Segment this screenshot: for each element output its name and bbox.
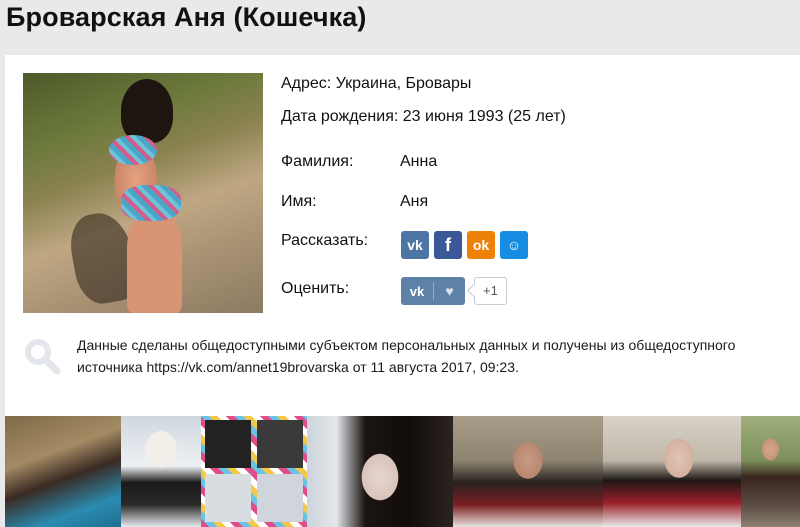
notice-text: Данные сделаны общедоступными субъектом …	[77, 337, 736, 375]
photo-thumbnail[interactable]	[741, 416, 800, 527]
rate-row: Оценить:	[281, 279, 349, 299]
like-counter: +1	[474, 277, 507, 305]
profile-photo[interactable]	[23, 73, 263, 313]
photo-strip	[5, 416, 800, 527]
share-buttons: vk f ok ☺	[401, 231, 528, 259]
birthdate-row: Дата рождения: 23 июня 1993 (25 лет)	[281, 107, 566, 127]
address-row: Адрес: Украина, Бровары	[281, 74, 471, 94]
page-title: Броварская Аня (Кошечка)	[6, 2, 367, 32]
share-label: Рассказать:	[281, 232, 369, 249]
vk-icon: vk	[409, 283, 425, 299]
name-row: Имя: Аня	[281, 192, 428, 212]
vk-like-button[interactable]: vk ♥	[401, 277, 465, 305]
photo-thumbnail[interactable]	[307, 416, 453, 527]
vk-icon: vk	[407, 237, 423, 253]
magnifier-icon	[25, 339, 61, 375]
facebook-icon: f	[445, 234, 451, 255]
moimir-icon: ☺	[506, 237, 522, 253]
share-facebook-button[interactable]: f	[434, 231, 462, 259]
share-row: Рассказать:	[281, 231, 368, 251]
like-widget: vk ♥ +1	[401, 277, 507, 305]
photo-thumbnail[interactable]	[201, 416, 307, 527]
odnoklassniki-icon: ok	[472, 237, 490, 253]
heart-icon: ♥	[445, 283, 454, 299]
surname-value: Анна	[400, 153, 438, 170]
surname-row: Фамилия: Анна	[281, 152, 437, 172]
name-value: Аня	[400, 193, 429, 210]
share-odnoklassniki-button[interactable]: ok	[467, 231, 495, 259]
surname-label: Фамилия:	[281, 153, 354, 170]
photo-thumbnail[interactable]	[121, 416, 201, 527]
share-moimir-button[interactable]: ☺	[500, 231, 528, 259]
name-label: Имя:	[281, 193, 317, 210]
photo-thumbnail[interactable]	[453, 416, 603, 527]
birthdate-text: Дата рождения: 23 июня 1993 (25 лет)	[281, 108, 566, 125]
address-text: Адрес: Украина, Бровары	[281, 75, 472, 92]
rate-label: Оценить:	[281, 280, 350, 297]
share-vk-button[interactable]: vk	[401, 231, 429, 259]
photo-thumbnail[interactable]	[5, 416, 121, 527]
photo-thumbnail[interactable]	[603, 416, 741, 527]
